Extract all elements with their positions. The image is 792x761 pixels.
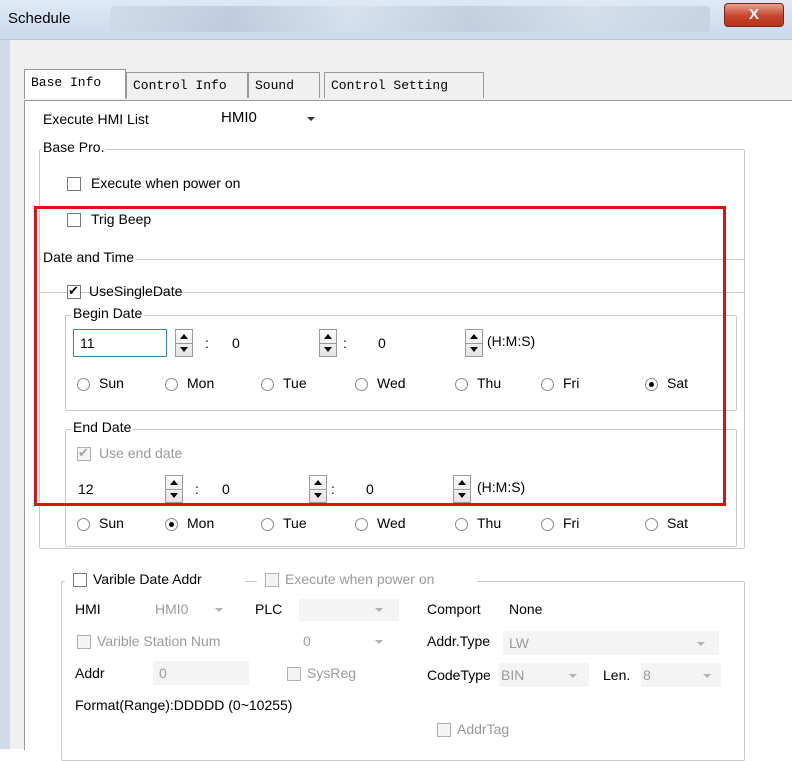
base-pro-title: Base Pro. — [41, 139, 107, 155]
end-day-fri-label: Fri — [563, 515, 580, 531]
varible-station-num-label: Varible Station Num — [97, 633, 221, 649]
execute-hmi-dropdown[interactable]: HMI0 — [221, 105, 321, 131]
end-day-tue-label: Tue — [283, 515, 307, 531]
tab-control-setting[interactable]: Control Setting — [324, 72, 484, 98]
schedule-window: Schedule X Base Info Control Info Sound … — [0, 0, 792, 761]
execute-power-on-label: Execute when power on — [91, 175, 241, 191]
end-day-wed-radio[interactable] — [355, 518, 368, 531]
end-day-tue-radio[interactable] — [261, 518, 274, 531]
varible-date-addr-label: Varible Date Addr — [93, 571, 202, 587]
chevron-down-icon — [215, 608, 223, 612]
end-day-thu-radio[interactable] — [455, 518, 468, 531]
code-type-label: CodeType — [427, 667, 491, 683]
end-day-sun-radio[interactable] — [77, 518, 90, 531]
varible-date-addr-checkbox[interactable] — [73, 573, 87, 587]
end-day-mon-radio[interactable] — [165, 518, 178, 531]
highlight-box — [34, 206, 726, 506]
addrtag-checkbox[interactable] — [437, 723, 451, 737]
len-value: 8 — [643, 667, 651, 683]
sysreg-label: SysReg — [307, 665, 357, 681]
end-day-sat-label: Sat — [667, 515, 689, 531]
window-edge — [0, 40, 10, 749]
addr-value: 0 — [159, 665, 167, 681]
close-icon: X — [748, 6, 759, 23]
comport-value: None — [509, 601, 543, 617]
code-type-dropdown[interactable]: BIN — [499, 663, 589, 687]
len-dropdown[interactable]: 8 — [641, 663, 721, 687]
plc-label: PLC — [255, 601, 283, 617]
end-day-mon-label: Mon — [187, 515, 215, 531]
addr-input[interactable]: 0 — [153, 661, 249, 685]
end-day-wed-label: Wed — [377, 515, 406, 531]
code-type-value: BIN — [501, 667, 525, 683]
addr-type-label: Addr.Type — [427, 633, 491, 649]
hmi-dropdown[interactable]: HMI0 — [155, 599, 255, 621]
window-title: Schedule — [8, 10, 71, 27]
chevron-down-icon — [569, 674, 577, 678]
tab-control-info[interactable]: Control Info — [126, 72, 248, 98]
comport-label: Comport — [427, 601, 481, 617]
execute-hmi-value: HMI0 — [221, 109, 257, 126]
chevron-down-icon — [703, 674, 711, 678]
addr-type-value: LW — [509, 635, 529, 651]
plc-dropdown[interactable] — [299, 599, 399, 621]
end-day-thu-label: Thu — [477, 515, 502, 531]
sysreg-checkbox[interactable] — [287, 667, 301, 681]
varible-station-num-checkbox[interactable] — [77, 635, 91, 649]
execute-power-on-checkbox[interactable] — [67, 177, 81, 191]
end-day-fri-radio[interactable] — [541, 518, 554, 531]
hmi-label: HMI — [75, 601, 101, 617]
addrtag-label: AddrTag — [457, 721, 510, 737]
len-label: Len. — [603, 667, 631, 683]
format-range-text: Format(Range):DDDDD (0~10255) — [75, 697, 293, 713]
close-button[interactable]: X — [724, 3, 784, 27]
varible-execute-power-on-label: Execute when power on — [285, 571, 435, 587]
end-day-sun-label: Sun — [99, 515, 124, 531]
station-num-value: 0 — [303, 633, 311, 649]
varible-execute-power-on-checkbox[interactable] — [265, 573, 279, 587]
tab-base-info[interactable]: Base Info — [24, 69, 126, 99]
addr-type-dropdown[interactable]: LW — [503, 631, 719, 655]
title-bar[interactable]: Schedule X — [0, 0, 792, 40]
varible-date-addr-legend: Varible Date Addr — [65, 571, 245, 591]
station-num-dropdown[interactable]: 0 — [303, 631, 403, 653]
varible-execute-legend: Execute when power on — [257, 571, 477, 591]
execute-hmi-label: Execute HMI List — [43, 111, 149, 127]
addr-label: Addr — [75, 665, 105, 681]
title-bar-background — [110, 6, 710, 32]
chevron-down-icon — [375, 640, 383, 644]
chevron-down-icon — [307, 117, 315, 121]
tab-sound[interactable]: Sound — [248, 72, 320, 98]
chevron-down-icon — [697, 642, 705, 646]
chevron-down-icon — [375, 608, 383, 612]
end-day-sat-radio[interactable] — [645, 518, 658, 531]
hmi-value: HMI0 — [155, 601, 189, 617]
